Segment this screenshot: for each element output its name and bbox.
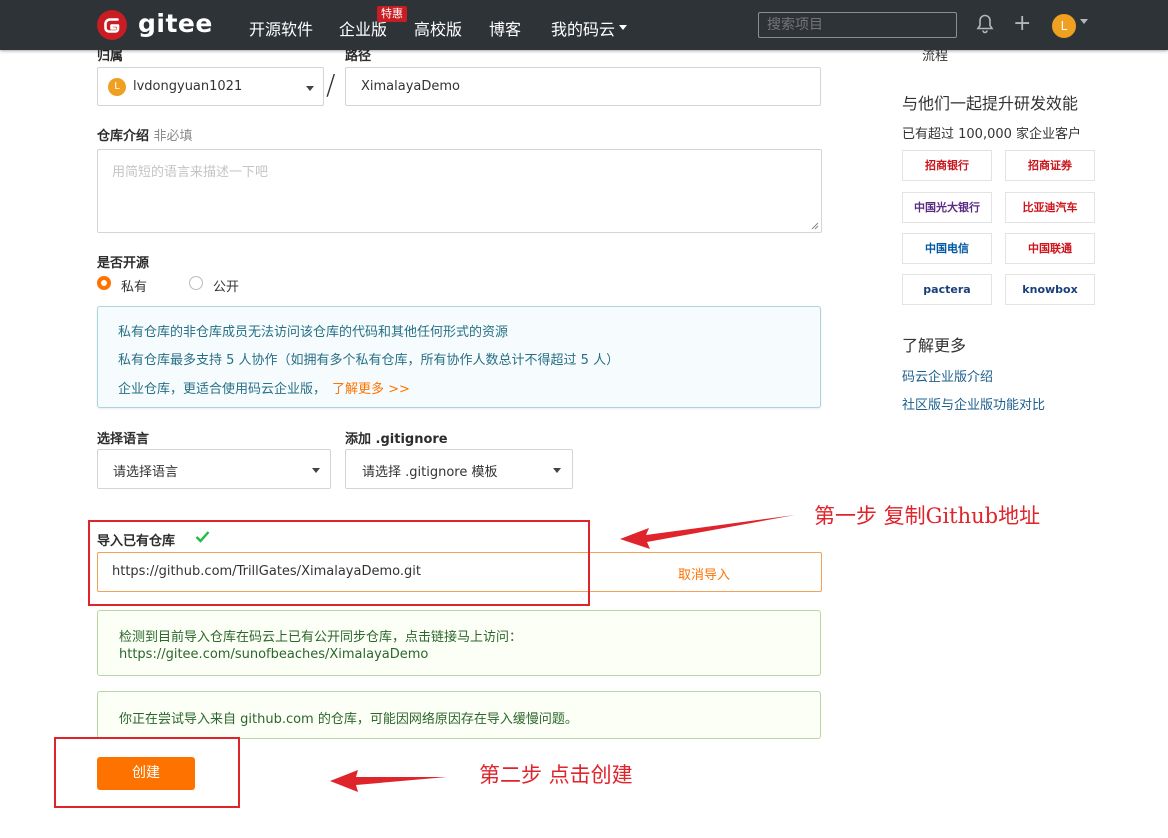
nav-open-source[interactable]: 开源软件 — [249, 16, 313, 40]
info-line-2: 私有仓库最多支持 5 人协作（如拥有多个私有仓库，所有协作人数总计不得超过 5 … — [118, 353, 620, 368]
resize-handle-icon[interactable] — [811, 222, 819, 230]
top-navbar: gitee 开源软件 企业版 特惠 高校版 博客 我的码云 + L — [0, 0, 1168, 50]
partner-logo-pactera: pactera — [902, 274, 992, 305]
owner-avatar: L — [108, 78, 126, 96]
partner-logo-byd: 比亚迪汽车 — [1005, 192, 1095, 223]
gitignore-label: 添加 .gitignore — [345, 432, 448, 447]
nav-blog[interactable]: 博客 — [489, 16, 521, 40]
annotation-arrow-step1-icon — [620, 515, 795, 549]
bell-icon[interactable] — [976, 14, 994, 38]
annotation-step2-text: 第二步 点击创建 — [479, 763, 633, 787]
language-select[interactable]: 请选择语言 — [97, 449, 331, 489]
learn-more-link[interactable]: 了解更多 >> — [332, 382, 410, 397]
info-line-3-text: 企业仓库，更适合使用码云企业版， — [118, 382, 327, 397]
owner-chevron-down-icon — [306, 86, 314, 91]
detect-repo-link[interactable]: https://gitee.com/sunofbeaches/XimalayaD… — [119, 647, 428, 662]
detect-repo-message: 检测到目前导入仓库在码云上已有公开同步仓库，点击链接马上访问： https://… — [97, 610, 821, 676]
private-label[interactable]: 私有 — [121, 276, 147, 295]
annotation-step1-text: 第一步 复制Github地址 — [814, 504, 1041, 528]
path-value: XimalayaDemo — [361, 79, 461, 94]
optional-hint: 非必填 — [153, 129, 193, 144]
partner-logo-cmb: 招商银行 — [902, 150, 992, 181]
user-avatar[interactable]: L — [1052, 14, 1076, 38]
promo-subtitle: 已有超过 100,000 家企业客户 — [902, 127, 1082, 142]
partner-logo-knowbox: knowbox — [1005, 274, 1095, 305]
partner-logo-china-unicom: 中国联通 — [1005, 233, 1095, 264]
public-label[interactable]: 公开 — [213, 276, 239, 295]
gitignore-select[interactable]: 请选择 .gitignore 模板 — [345, 449, 573, 489]
language-label: 选择语言 — [97, 432, 150, 447]
plus-icon[interactable]: + — [1013, 11, 1031, 36]
public-radio[interactable] — [189, 276, 203, 290]
private-info-message: 私有仓库的非仓库成员无法访问该仓库的代码和其他任何形式的资源 私有仓库最多支持 … — [97, 306, 821, 408]
gitignore-chevron-down-icon — [553, 468, 561, 473]
path-input[interactable]: XimalayaDemo — [345, 67, 821, 106]
language-value: 请选择语言 — [113, 465, 179, 480]
description-placeholder: 用简短的语言来描述一下吧 — [112, 165, 269, 180]
gitignore-value: 请选择 .gitignore 模板 — [362, 465, 498, 480]
partner-logo-ceb: 中国光大银行 — [902, 192, 992, 223]
cancel-import-button[interactable]: 取消导入 — [678, 564, 730, 583]
description-label-text: 仓库介绍 — [97, 129, 150, 144]
my-gitee-chevron-down-icon[interactable] — [619, 25, 627, 30]
language-chevron-down-icon — [312, 468, 320, 473]
owner-select[interactable]: L lvdongyuan1021 — [97, 67, 324, 106]
promo-title: 与他们一起提升研发效能 — [902, 94, 1079, 113]
annotation-frame-create — [54, 737, 240, 808]
nav-my-gitee[interactable]: 我的码云 — [551, 16, 615, 40]
promo-badge: 特惠 — [377, 6, 407, 22]
open-source-label: 是否开源 — [97, 256, 150, 271]
nav-university[interactable]: 高校版 — [414, 16, 462, 40]
description-textarea[interactable]: 用简短的语言来描述一下吧 — [97, 149, 822, 233]
detect-line-1: 检测到目前导入仓库在码云上已有公开同步仓库，点击链接马上访问： — [119, 630, 523, 645]
enterprise-intro-link[interactable]: 码云企业版介绍 — [902, 366, 993, 385]
slow-import-warning: 你正在尝试导入来自 github.com 的仓库，可能因网络原因存在导入缓慢问题… — [97, 691, 821, 739]
path-separator: / — [326, 68, 336, 101]
private-radio[interactable] — [97, 276, 111, 290]
user-menu-chevron-down-icon[interactable] — [1080, 19, 1088, 24]
owner-value: lvdongyuan1021 — [133, 79, 243, 94]
annotation-frame-import — [88, 520, 590, 606]
slow-import-text: 你正在尝试导入来自 github.com 的仓库，可能因网络原因存在导入缓慢问题… — [119, 712, 578, 727]
annotation-arrow-step2-icon — [330, 770, 447, 792]
partner-logo-china-telecom: 中国电信 — [902, 233, 992, 264]
gitee-logo-icon[interactable] — [97, 10, 127, 40]
partner-logo-cms: 招商证券 — [1005, 150, 1095, 181]
description-label: 仓库介绍 非必填 — [97, 125, 193, 144]
gitee-logo-text[interactable]: gitee — [138, 9, 213, 38]
info-line-1: 私有仓库的非仓库成员无法访问该仓库的代码和其他任何形式的资源 — [118, 325, 509, 340]
learn-more-title: 了解更多 — [902, 336, 967, 355]
info-line-3: 企业仓库，更适合使用码云企业版， 了解更多 >> — [118, 378, 410, 397]
search-input[interactable] — [758, 12, 957, 38]
edition-compare-link[interactable]: 社区版与企业版功能对比 — [902, 394, 1045, 413]
